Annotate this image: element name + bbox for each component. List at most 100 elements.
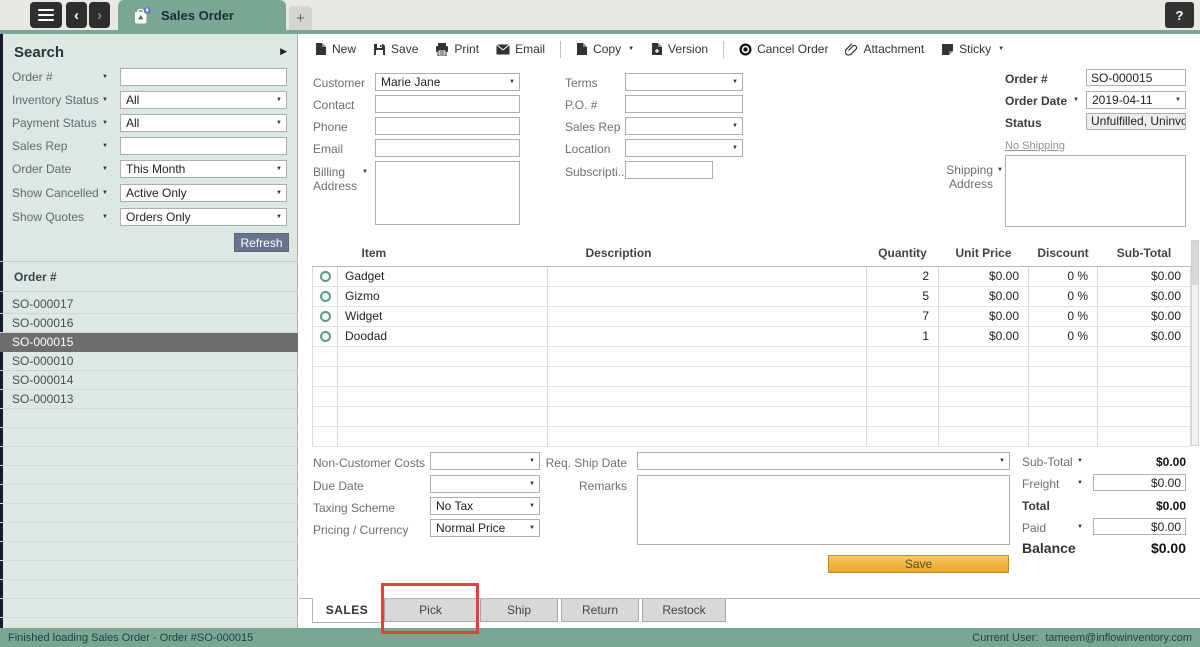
column-header-item[interactable]: Item [338, 240, 548, 266]
taxing-scheme-select[interactable]: No Tax ▼ [430, 497, 540, 515]
phone-label: Phone [313, 120, 348, 134]
order-no-label: Order # [1005, 72, 1048, 86]
chevron-down-icon[interactable]: ▼ [102, 190, 108, 196]
refresh-button[interactable]: Refresh [234, 233, 289, 252]
po-number-input[interactable] [625, 95, 743, 113]
chevron-down-icon[interactable]: ▼ [1073, 97, 1079, 103]
sales-rep-select[interactable]: ▼ [625, 117, 743, 135]
due-date-select[interactable]: ▼ [430, 475, 540, 493]
attachment-button[interactable]: Attachment [840, 40, 929, 58]
chevron-down-icon[interactable]: ▼ [102, 74, 108, 80]
status-message: Finished loading Sales Order - Order #SO… [8, 632, 253, 644]
chevron-down-icon: ▼ [529, 458, 535, 464]
contact-label: Contact [313, 98, 354, 112]
save-button[interactable]: Save [368, 40, 423, 58]
filter-show-quotes-select[interactable]: Orders Only ▼ [120, 208, 287, 226]
print-button[interactable]: Print [430, 40, 484, 58]
table-row-empty[interactable] [313, 366, 1191, 386]
chevron-down-icon[interactable]: ▼ [102, 214, 108, 220]
email-button[interactable]: Email [491, 40, 550, 58]
table-row-empty[interactable] [313, 386, 1191, 406]
chevron-down-icon[interactable]: ▼ [1077, 480, 1083, 486]
new-tab-button[interactable]: + [289, 6, 312, 30]
pick-button[interactable]: Pick [384, 599, 477, 622]
filter-show-cancelled-select[interactable]: Active Only ▼ [120, 184, 287, 202]
phone-input[interactable] [375, 117, 520, 135]
table-row-empty[interactable] [313, 346, 1191, 366]
order-no-input[interactable] [1086, 69, 1186, 86]
chevron-down-icon[interactable]: ▼ [362, 169, 368, 175]
terms-select[interactable]: ▼ [625, 73, 743, 91]
subscription-input[interactable] [625, 161, 713, 179]
sticky-button[interactable]: Sticky ▼ [936, 40, 1009, 58]
non-customer-costs-select[interactable]: ▼ [430, 452, 540, 470]
table-row[interactable]: Doodad 1 $0.00 0 % $0.00 [313, 326, 1191, 346]
back-button[interactable]: ‹ [66, 2, 87, 28]
list-item-selected[interactable]: SO-000015 [0, 333, 298, 352]
table-row-empty[interactable] [313, 406, 1191, 426]
tab-sales-order[interactable]: Sales Order [118, 0, 286, 30]
remarks-textarea[interactable] [637, 475, 1010, 545]
forward-button[interactable]: › [89, 2, 110, 28]
paid-input[interactable] [1093, 518, 1186, 535]
filter-payment-status-select[interactable]: All ▼ [120, 114, 287, 132]
filter-inventory-status-select[interactable]: All ▼ [120, 91, 287, 109]
non-customer-costs-label: Non-Customer Costs [313, 456, 425, 470]
terms-label: Terms [565, 76, 598, 90]
list-item[interactable]: SO-000013 [0, 390, 298, 409]
req-ship-date-select[interactable]: ▼ [637, 452, 1010, 470]
chevron-down-icon[interactable]: ▼ [997, 167, 1003, 173]
items-table-scrollbar[interactable] [1191, 240, 1199, 446]
ship-button[interactable]: Ship [480, 599, 558, 622]
order-list-header: Order # [0, 262, 298, 292]
menu-button[interactable] [30, 2, 62, 28]
contact-input[interactable] [375, 95, 520, 113]
billing-address-textarea[interactable] [375, 161, 520, 225]
chevron-down-icon[interactable]: ▼ [102, 143, 108, 149]
tab-sales[interactable]: SALES [312, 598, 382, 623]
column-header-discount[interactable]: Discount [1029, 240, 1098, 266]
table-row[interactable]: Gizmo 5 $0.00 0 % $0.00 [313, 286, 1191, 306]
list-item[interactable]: SO-000017 [0, 295, 298, 314]
freight-input[interactable] [1093, 474, 1186, 491]
collapse-panel-icon[interactable]: ▶ [280, 46, 287, 57]
help-button[interactable]: ? [1165, 2, 1194, 28]
items-table-header: Item Description Quantity Unit Price Dis… [313, 240, 1191, 266]
tab-title: Sales Order [161, 8, 234, 23]
table-row[interactable]: Widget 7 $0.00 0 % $0.00 [313, 306, 1191, 326]
restock-button[interactable]: Restock [642, 599, 726, 622]
column-header-quantity[interactable]: Quantity [867, 240, 939, 266]
column-header-description[interactable]: Description [548, 240, 867, 266]
chevron-down-icon: ▼ [1175, 97, 1181, 103]
chevron-down-icon[interactable]: ▼ [102, 120, 108, 126]
save-order-button[interactable]: Save [828, 555, 1009, 573]
return-button[interactable]: Return [561, 599, 639, 622]
no-shipping-link[interactable]: No Shipping [1005, 140, 1065, 152]
filter-sales-rep-input[interactable] [120, 137, 287, 155]
cancel-order-button[interactable]: Cancel Order [734, 40, 833, 58]
column-header-unit-price[interactable]: Unit Price [939, 240, 1029, 266]
location-select[interactable]: ▼ [625, 139, 743, 157]
app-window: ‹ › Sales Order + ? Search ▶ Order # ▼ I… [0, 0, 1200, 647]
chevron-down-icon[interactable]: ▼ [102, 97, 108, 103]
table-row[interactable]: Gadget 2 $0.00 0 % $0.00 [313, 266, 1191, 286]
copy-button[interactable]: Copy ▼ [571, 40, 639, 58]
chevron-down-icon[interactable]: ▼ [1077, 524, 1083, 530]
email-input[interactable] [375, 139, 520, 157]
paperclip-icon [845, 43, 858, 56]
list-item[interactable]: SO-000010 [0, 352, 298, 371]
chevron-down-icon[interactable]: ▼ [102, 166, 108, 172]
shipping-address-textarea[interactable] [1005, 155, 1186, 227]
version-button[interactable]: Version [646, 40, 713, 58]
filter-order-date-select[interactable]: This Month ▼ [120, 160, 287, 178]
list-item[interactable]: SO-000014 [0, 371, 298, 390]
column-header-sub-total[interactable]: Sub-Total [1098, 240, 1191, 266]
filter-order-no-input[interactable] [120, 68, 287, 86]
new-button[interactable]: New [310, 40, 361, 58]
table-row-empty[interactable] [313, 426, 1191, 446]
pricing-currency-select[interactable]: Normal Price ▼ [430, 519, 540, 537]
chevron-down-icon[interactable]: ▼ [1077, 458, 1083, 464]
customer-select[interactable]: Marie Jane ▼ [375, 73, 520, 91]
order-date-select[interactable]: 2019-04-11 ▼ [1086, 91, 1186, 109]
list-item[interactable]: SO-000016 [0, 314, 298, 333]
